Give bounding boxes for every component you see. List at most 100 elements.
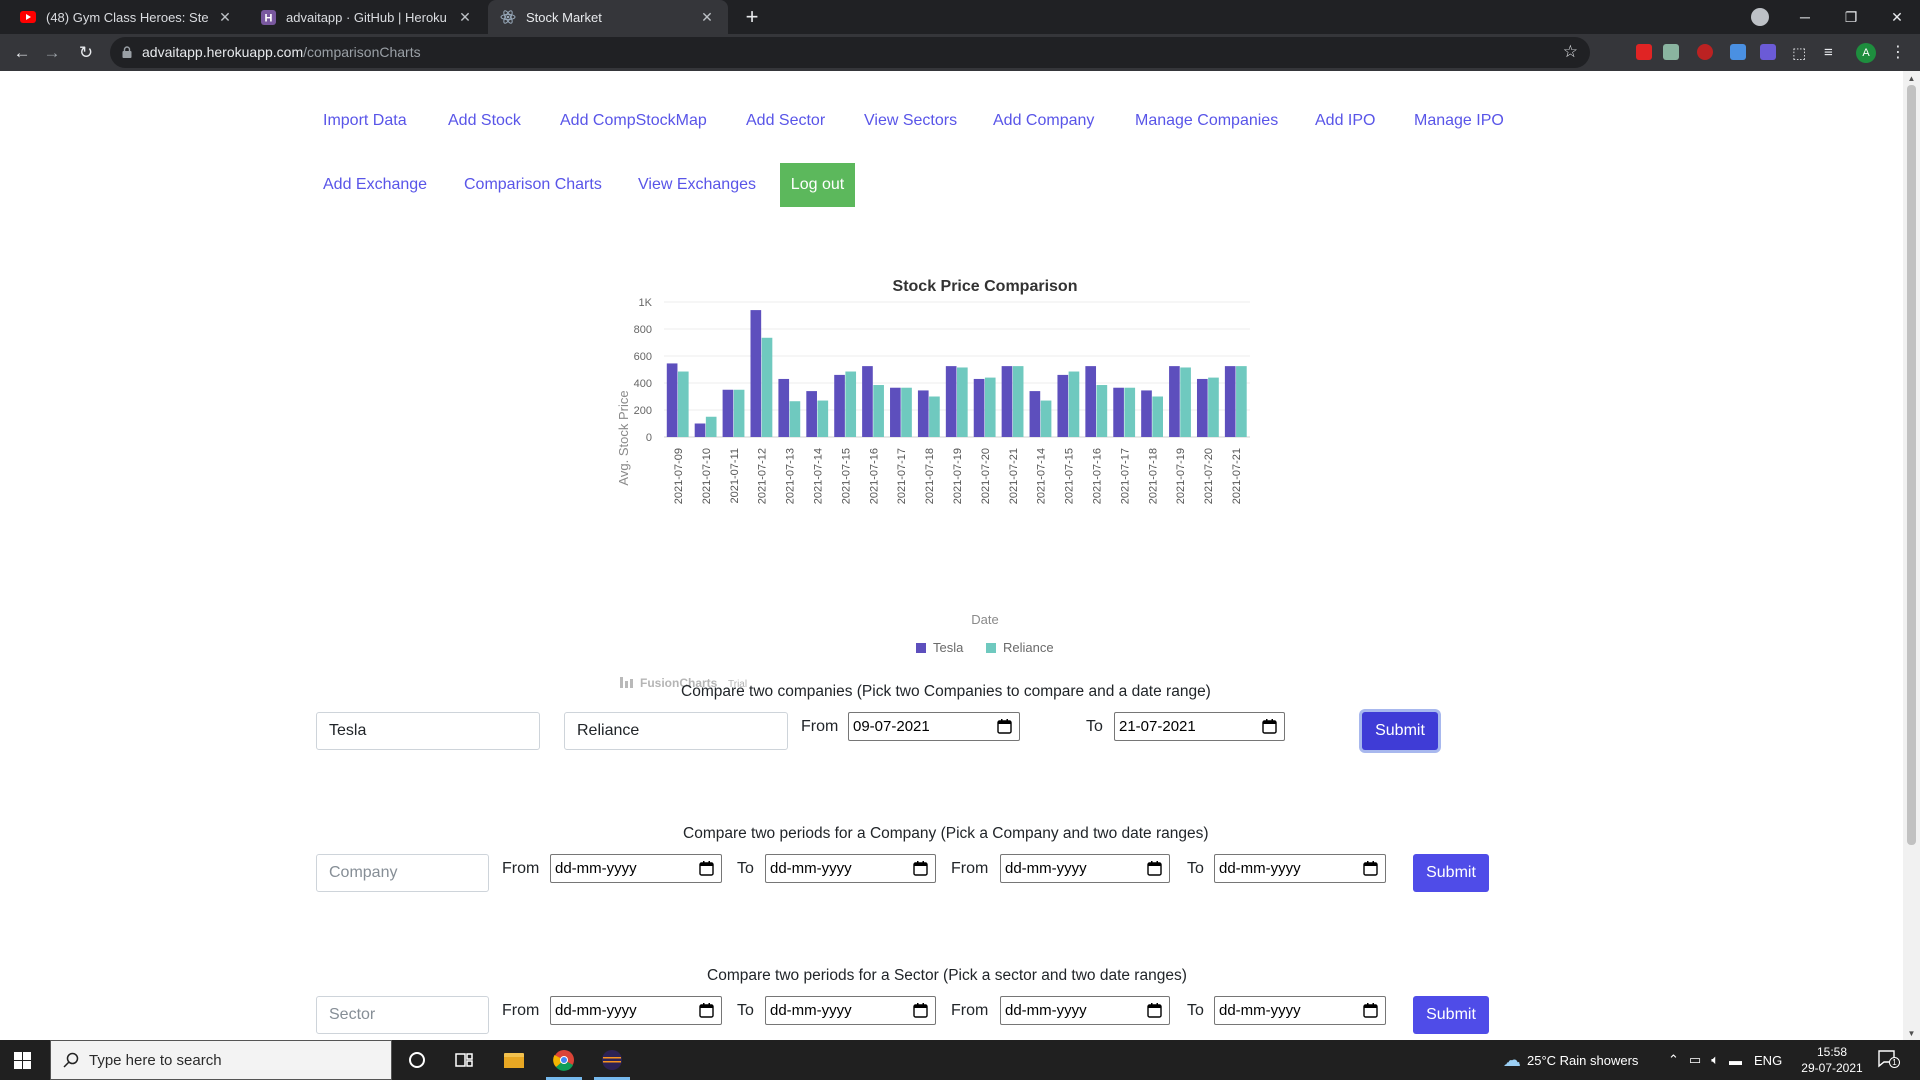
chart-bar-tesla[interactable] [666,363,678,437]
chart-bar-tesla[interactable] [750,310,762,437]
chart-bar-reliance[interactable] [789,401,801,437]
chart-bar-tesla[interactable] [917,390,929,437]
from-date-input[interactable]: 09-07-2021 [848,712,1020,741]
chart-bar-tesla[interactable] [1169,366,1180,437]
chart-bar-reliance[interactable] [873,385,884,437]
period2-from-date-input[interactable]: dd-mm-yyyy [1000,854,1170,883]
windows-start-icon[interactable] [14,1052,31,1069]
close-icon[interactable]: ✕ [456,9,474,26]
volume-icon[interactable]: 🔈︎ [1711,1052,1719,1068]
to-date-input[interactable]: 21-07-2021 [1114,712,1285,741]
chart-bar-tesla[interactable] [1141,390,1152,437]
scroll-up-icon[interactable]: ▲ [1906,74,1917,83]
calendar-icon[interactable] [1363,861,1378,876]
logout-button[interactable]: Log out [780,163,855,207]
chart-bar-tesla[interactable] [694,423,706,438]
taskbar-clock[interactable]: 15:58 29-07-2021 [1800,1044,1864,1076]
reading-list-icon[interactable]: ≡ [1824,44,1840,61]
chart-bar-tesla[interactable] [1085,366,1097,437]
kebab-menu-icon[interactable]: ⋮ [1890,42,1906,62]
chart-bar-tesla[interactable] [862,366,873,437]
nav-import-data[interactable]: Import Data [323,112,407,130]
address-bar[interactable]: advaitapp.herokuapp.com/comparisonCharts… [110,37,1590,68]
minimize-icon[interactable]: ─ [1782,9,1828,25]
taskbar-search-box[interactable]: Type here to search [50,1040,392,1080]
period1-from-date-input[interactable]: dd-mm-yyyy [550,854,722,883]
chart-bar-reliance[interactable] [761,337,773,437]
nav-view-sectors[interactable]: View Sectors [864,112,957,130]
extension-icon[interactable] [1636,44,1652,60]
eclipse-icon[interactable] [600,1048,624,1072]
legend-label-reliance[interactable]: Reliance [1003,640,1054,655]
nav-manage-ipo[interactable]: Manage IPO [1414,112,1504,130]
chrome-icon[interactable] [552,1048,576,1072]
company-input[interactable] [316,854,489,892]
calendar-icon[interactable] [913,861,928,876]
calendar-icon[interactable] [1262,719,1277,734]
sector-period2-to-date-input[interactable]: dd-mm-yyyy [1214,996,1386,1025]
close-icon[interactable]: ✕ [216,9,234,26]
back-arrow-icon[interactable]: ← [10,42,34,64]
chart-bar-reliance[interactable] [1068,371,1080,437]
chart-bar-tesla[interactable] [973,378,985,437]
cortana-icon[interactable] [405,1048,429,1072]
file-explorer-icon[interactable] [502,1048,526,1072]
chart-bar-reliance[interactable] [929,396,940,438]
chart-bar-tesla[interactable] [1113,387,1124,437]
chart-bar-tesla[interactable] [1196,378,1208,437]
chevron-up-icon[interactable]: ⌃ [1668,1052,1679,1068]
chart-bar-reliance[interactable] [705,416,717,437]
nav-add-compstockmap[interactable]: Add CompStockMap [560,112,707,130]
chart-bar-reliance[interactable] [1124,387,1136,437]
chart-bar-reliance[interactable] [677,371,689,437]
chart-bar-reliance[interactable] [1012,366,1024,437]
notification-center-icon[interactable]: 1 [1878,1050,1900,1068]
sector-period2-from-date-input[interactable]: dd-mm-yyyy [1000,996,1170,1025]
new-tab-button[interactable]: + [738,4,766,30]
chart-bar-reliance[interactable] [817,400,829,437]
chart-bar-tesla[interactable] [1029,391,1041,437]
chart-bar-reliance[interactable] [1152,396,1163,438]
bookmark-star-icon[interactable]: ☆ [1563,42,1578,62]
chart-bar-reliance[interactable] [1208,377,1219,437]
chart-bar-tesla[interactable] [1001,366,1013,437]
reload-icon[interactable]: ↻ [74,42,98,64]
nav-add-company[interactable]: Add Company [993,112,1094,130]
legend-label-tesla[interactable]: Tesla [933,640,964,655]
chart-bar-reliance[interactable] [901,387,912,437]
puzzle-icon[interactable]: ⬚ [1792,44,1808,62]
nav-comparison-charts[interactable]: Comparison Charts [464,176,602,194]
scroll-down-icon[interactable]: ▼ [1906,1029,1917,1038]
tab-heroku[interactable]: H advaitapp · GitHub | Heroku ✕ [248,0,486,34]
calendar-icon[interactable] [699,861,714,876]
nav-add-stock[interactable]: Add Stock [448,112,521,130]
legend-swatch-reliance[interactable] [986,643,996,653]
chart-bar-tesla[interactable] [806,391,817,437]
compare-sector-periods-submit-button[interactable]: Submit [1413,996,1489,1034]
chart-bar-tesla[interactable] [722,389,734,437]
profile-avatar[interactable]: A [1856,43,1876,63]
chart-bar-reliance[interactable] [984,377,996,437]
chart-bar-tesla[interactable] [890,387,901,437]
chart-bar-tesla[interactable] [945,366,957,437]
restore-icon[interactable]: ❐ [1828,9,1874,26]
calendar-icon[interactable] [1147,1003,1162,1018]
chart-bar-tesla[interactable] [834,374,845,437]
calendar-icon[interactable] [1363,1003,1378,1018]
page-scrollbar[interactable]: ▲ ▼ [1903,71,1920,1040]
network-icon[interactable]: ▭ [1689,1052,1701,1068]
chart-bar-tesla[interactable] [1057,374,1069,437]
legend-swatch-tesla[interactable] [916,643,926,653]
sector-input[interactable] [316,996,489,1034]
nav-add-sector[interactable]: Add Sector [746,112,825,130]
extension-icon[interactable] [1760,44,1776,60]
chart-bar-reliance[interactable] [1096,385,1108,437]
chart-bar-reliance[interactable] [1236,366,1247,437]
compare-companies-submit-button[interactable]: Submit [1362,712,1438,750]
chart-bar-reliance[interactable] [1180,367,1191,437]
chart-bar-tesla[interactable] [778,378,790,437]
period2-to-date-input[interactable]: dd-mm-yyyy [1214,854,1386,883]
calendar-icon[interactable] [997,719,1012,734]
weather-widget[interactable]: ☁ 25°C Rain showers [1503,1040,1638,1080]
battery-icon[interactable]: ▬ [1729,1053,1742,1068]
